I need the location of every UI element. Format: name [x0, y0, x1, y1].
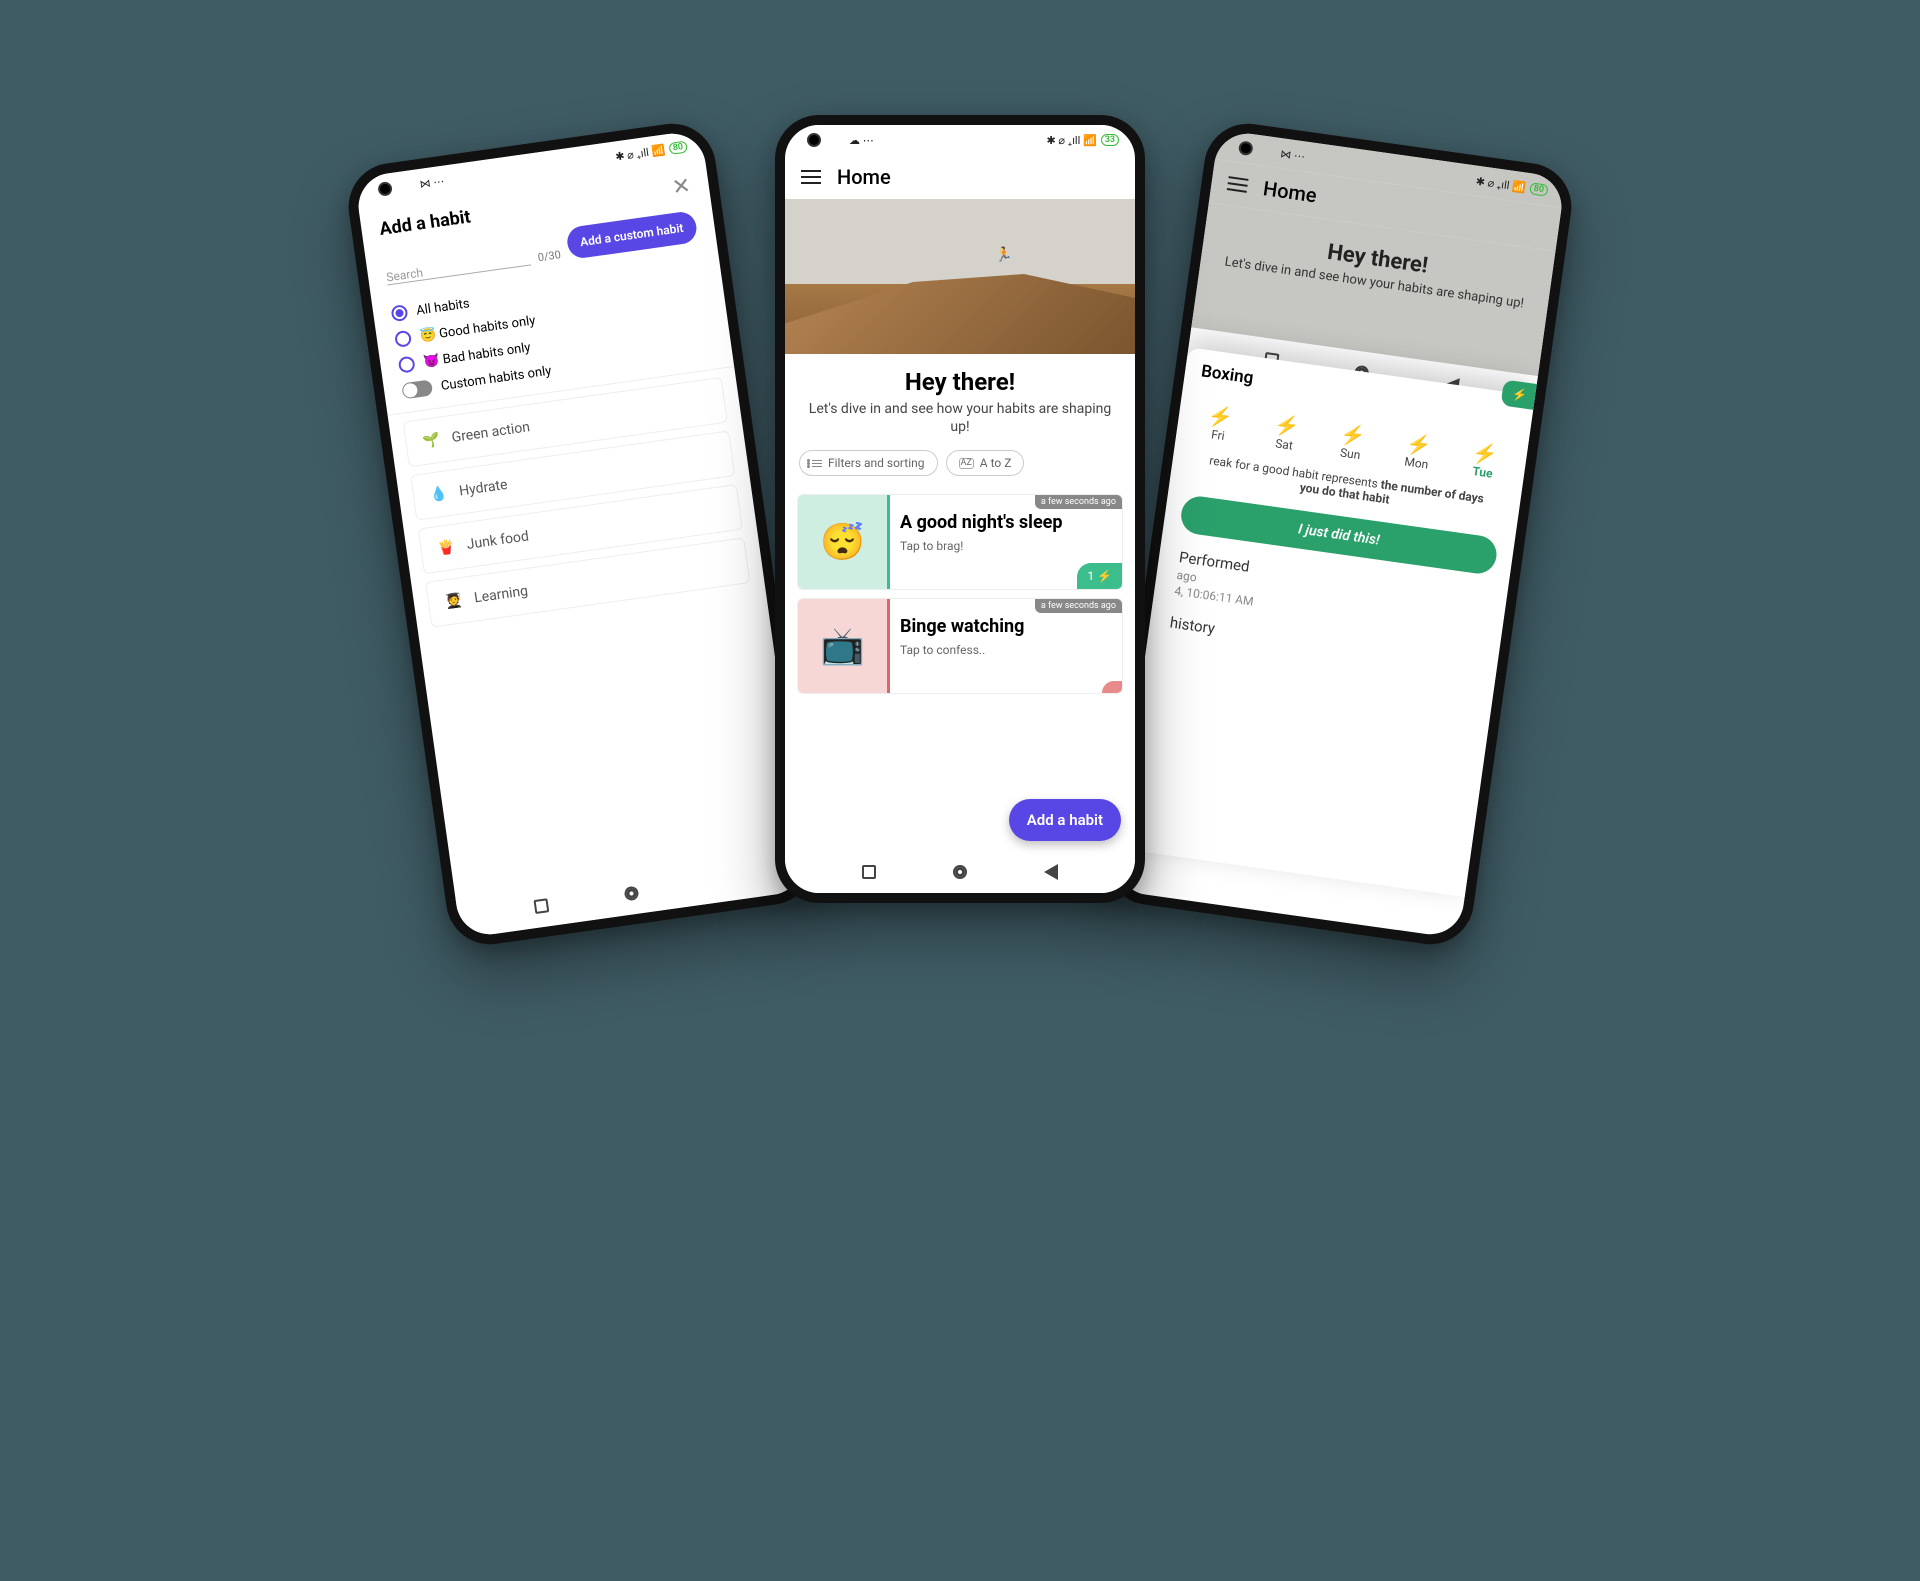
habit-title: Binge watching	[900, 617, 1112, 637]
list-icon	[812, 460, 822, 467]
radio-icon	[394, 330, 412, 348]
app-header: Home	[785, 155, 1135, 199]
day-sat[interactable]: ⚡Sat	[1271, 412, 1301, 453]
page-title: Home	[837, 165, 891, 189]
signal-icon: ✱ ⌀ ₊ıll 📶	[1475, 174, 1527, 194]
toggle-icon	[401, 379, 433, 399]
battery-indicator: 33	[1101, 134, 1119, 146]
filters-chip[interactable]: Filters and sorting	[799, 450, 938, 476]
page-title: Home	[1262, 176, 1318, 207]
android-nav	[785, 851, 1135, 893]
day-sun[interactable]: ⚡Sun	[1337, 421, 1367, 462]
time-badge: a few seconds ago	[1035, 495, 1122, 509]
day-mon[interactable]: ⚡Mon	[1403, 431, 1433, 472]
signal-icon: ✱ ⌀ ₊ıll 📶	[614, 143, 666, 163]
bolt-icon: ⚡	[1207, 403, 1235, 430]
habit-card-sleep[interactable]: 😴 A good night's sleep Tap to brag! a fe…	[797, 494, 1123, 590]
habit-emoji-icon: 😴	[798, 495, 890, 589]
greeting: Hey there! Let's dive in and see how you…	[785, 354, 1135, 440]
habit-title: A good night's sleep	[900, 513, 1112, 533]
battery-indicator: 80	[1529, 182, 1549, 196]
recent-apps-icon[interactable]	[533, 898, 549, 914]
hero-image: 🏃	[785, 199, 1135, 354]
battery-indicator: 80	[668, 141, 688, 155]
phone-habit-detail: ⋈ ⋯ ✱ ⌀ ₊ıll 📶 80 Home Hey there! Let's …	[1101, 118, 1577, 950]
recent-apps-icon[interactable]	[862, 865, 876, 879]
habit-detail-sheet: Boxing ⚡Fri ⚡Sat ⚡Sun ⚡Mon ⚡Tue reak for…	[1118, 347, 1535, 897]
bolt-icon: ⚡	[1471, 440, 1499, 467]
habit-subtitle: Tap to confess..	[900, 643, 1112, 657]
add-habit-fab[interactable]: Add a habit	[1009, 799, 1121, 841]
streak-badge	[1102, 681, 1122, 693]
phone-home: ☁ ⋯ ✱ ⌀ ₊ıll 📶 33 Home 🏃 Hey there! Let'…	[775, 115, 1145, 903]
habit-emoji-icon: 📺	[798, 599, 890, 693]
habit-card-binge[interactable]: 📺 Binge watching Tap to confess.. a few …	[797, 598, 1123, 694]
home-icon[interactable]	[624, 886, 640, 902]
sort-chip[interactable]: AZ A to Z	[946, 450, 1025, 476]
habit-subtitle: Tap to brag!	[900, 539, 1112, 553]
day-fri[interactable]: ⚡Fri	[1205, 403, 1235, 444]
streak-chip-icon: ⚡	[1501, 379, 1539, 410]
menu-icon[interactable]	[1227, 176, 1249, 193]
day-tue[interactable]: ⚡Tue	[1469, 440, 1499, 481]
bolt-icon: ⚡	[1273, 412, 1301, 439]
close-icon[interactable]: ✕	[671, 173, 693, 200]
char-counter: 0/30	[537, 248, 562, 264]
phone-add-habit: ⋈ ⋯ ✱ ⌀ ₊ıll 📶 80 Add a habit ✕ Search 0…	[343, 118, 819, 950]
signal-icon: ✱ ⌀ ₊ıll 📶	[1046, 134, 1096, 147]
radio-icon	[398, 356, 416, 374]
streak-badge: 1 ⚡	[1077, 563, 1122, 589]
bolt-icon: ⚡	[1405, 431, 1433, 458]
bolt-icon: ⚡	[1339, 421, 1367, 448]
camera-hole	[807, 133, 821, 147]
status-bar: ☁ ⋯ ✱ ⌀ ₊ıll 📶 33	[785, 125, 1135, 155]
az-sort-icon: AZ	[959, 458, 974, 469]
runner-icon: 🏃	[995, 247, 1012, 263]
screen-title: Add a habit	[378, 206, 472, 240]
radio-icon	[390, 304, 408, 322]
back-icon[interactable]	[1044, 864, 1058, 880]
menu-icon[interactable]	[801, 170, 821, 184]
time-badge: a few seconds ago	[1035, 599, 1122, 613]
home-icon[interactable]	[953, 865, 967, 879]
